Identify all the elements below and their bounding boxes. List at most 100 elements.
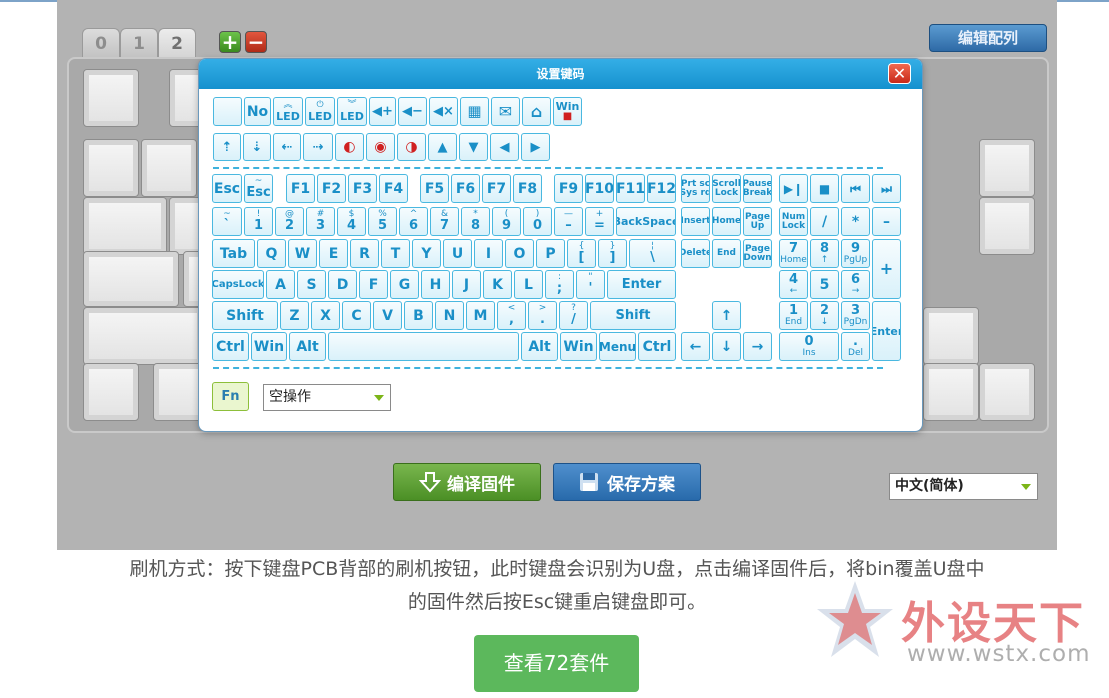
- key-numpad-7[interactable]: 7 Home: [779, 239, 808, 268]
- key-3[interactable]: #3: [306, 207, 335, 236]
- key-period[interactable]: >.: [528, 301, 557, 330]
- key-no[interactable]: No: [244, 97, 271, 126]
- add-layer-button[interactable]: +: [219, 31, 241, 53]
- key-numpad-8[interactable]: 8 ↑: [810, 239, 839, 268]
- key-j[interactable]: J: [452, 270, 481, 299]
- key-backslash[interactable]: ¦ \: [629, 239, 676, 268]
- key-f8[interactable]: F8: [513, 174, 542, 203]
- key-volume-down[interactable]: ◀−: [398, 97, 427, 126]
- key-delete[interactable]: Delete: [681, 239, 710, 268]
- key-c[interactable]: C: [342, 301, 371, 330]
- key-1[interactable]: ! 1: [244, 207, 273, 236]
- key-home[interactable]: Home: [712, 207, 741, 236]
- key-num-lock[interactable]: Num Lock: [779, 207, 808, 236]
- key-o[interactable]: O: [505, 239, 534, 268]
- key-mute[interactable]: ◀×: [429, 97, 458, 126]
- key-numpad-0[interactable]: 0 Ins: [779, 332, 839, 361]
- key-6[interactable]: ^ 6: [399, 207, 428, 236]
- edit-layout-button[interactable]: 编辑配列: [929, 24, 1047, 52]
- key-page-down[interactable]: Page Down: [743, 239, 772, 268]
- key-none[interactable]: [213, 97, 242, 126]
- key-arrow-down[interactable]: ↓: [712, 332, 741, 361]
- key-f3[interactable]: F3: [348, 174, 377, 203]
- layer-tab-1[interactable]: 1: [120, 28, 158, 58]
- key-p[interactable]: P: [536, 239, 565, 268]
- key-caps-lock[interactable]: CapsLock: [212, 270, 264, 299]
- key-z[interactable]: Z: [280, 301, 309, 330]
- key-b[interactable]: B: [404, 301, 433, 330]
- key-numpad-2[interactable]: 2 ↓: [810, 301, 839, 330]
- key-q[interactable]: Q: [257, 239, 286, 268]
- key-f11[interactable]: F11: [616, 174, 645, 203]
- key-f1[interactable]: F1: [286, 174, 315, 203]
- key-slash[interactable]: ? /: [559, 301, 588, 330]
- key-numpad-5[interactable]: 5: [810, 270, 839, 299]
- key-f2[interactable]: F2: [317, 174, 346, 203]
- keyboard-key[interactable]: [83, 139, 139, 197]
- key-numpad-6[interactable]: 6 →: [841, 270, 870, 299]
- key-numpad-4[interactable]: 4 ←: [779, 270, 808, 299]
- key-led-brightness-up[interactable]: ︽ LED: [273, 97, 303, 126]
- key-mouse-down[interactable]: ⇣: [243, 133, 271, 161]
- key-t[interactable]: T: [381, 239, 410, 268]
- fn-action-select[interactable]: 空操作: [263, 384, 391, 411]
- key-mouse-up[interactable]: ⇡: [213, 133, 241, 161]
- key-mouse-right-click[interactable]: ◑: [397, 133, 426, 161]
- key-mouse-middle-click[interactable]: ◉: [366, 133, 395, 161]
- key-f5[interactable]: F5: [420, 174, 449, 203]
- key-g[interactable]: G: [390, 270, 419, 299]
- key-f4[interactable]: F4: [379, 174, 408, 203]
- key-play-pause[interactable]: ▶❙: [779, 174, 808, 203]
- key-scroll-lock[interactable]: Scroll Lock: [712, 174, 741, 203]
- key-y[interactable]: Y: [412, 239, 441, 268]
- key-a[interactable]: A: [266, 270, 295, 299]
- keyboard-key[interactable]: [83, 197, 167, 255]
- key-home-page[interactable]: ⌂: [522, 97, 551, 126]
- key-end[interactable]: End: [712, 239, 741, 268]
- key-mouse-right[interactable]: ⇢: [303, 133, 333, 161]
- key-tilde-esc[interactable]: ~ Esc: [244, 174, 273, 203]
- key-4[interactable]: $4: [337, 207, 366, 236]
- layer-tab-0[interactable]: 0: [82, 28, 120, 58]
- key-right-win[interactable]: Win: [560, 332, 597, 361]
- save-scheme-button[interactable]: 保存方案: [553, 463, 701, 501]
- keyboard-key[interactable]: [83, 251, 179, 307]
- key-backtick[interactable]: ~ `: [212, 207, 242, 236]
- key-left-win[interactable]: Win: [251, 332, 287, 361]
- key-minus[interactable]: — –: [554, 207, 583, 236]
- key-numpad-3[interactable]: 3 PgDn: [841, 301, 870, 330]
- key-enter[interactable]: Enter: [607, 270, 676, 299]
- key-wheel-down[interactable]: ▼: [459, 133, 488, 161]
- key-mouse-left[interactable]: ⇠: [273, 133, 301, 161]
- key-numpad-multiply[interactable]: *: [841, 207, 870, 236]
- key-page-up[interactable]: Page Up: [743, 207, 772, 236]
- key-f10[interactable]: F10: [585, 174, 614, 203]
- key-left-shift[interactable]: Shift: [212, 301, 278, 330]
- language-select[interactable]: 中文(简体): [889, 473, 1038, 500]
- key-e[interactable]: E: [319, 239, 348, 268]
- keyboard-key[interactable]: [141, 139, 197, 197]
- layer-tab-2[interactable]: 2: [158, 28, 196, 58]
- key-wheel-up[interactable]: ▲: [428, 133, 457, 161]
- keyboard-key[interactable]: [979, 139, 1035, 197]
- key-r[interactable]: R: [350, 239, 379, 268]
- key-next-track[interactable]: ⏭: [872, 174, 901, 203]
- key-space[interactable]: [328, 332, 519, 361]
- key-left-bracket[interactable]: {[: [567, 239, 596, 268]
- key-right-bracket[interactable]: }]: [598, 239, 627, 268]
- key-backspace[interactable]: BackSpace: [616, 207, 676, 236]
- key-f7[interactable]: F7: [482, 174, 511, 203]
- key-right-alt[interactable]: Alt: [521, 332, 558, 361]
- keyboard-key[interactable]: [979, 197, 1035, 255]
- key-x[interactable]: X: [311, 301, 340, 330]
- key-w[interactable]: W: [288, 239, 317, 268]
- key-led-brightness-down[interactable]: ︾ LED: [337, 97, 367, 126]
- key-5[interactable]: % 5: [368, 207, 397, 236]
- key-9[interactable]: (9: [492, 207, 521, 236]
- key-f12[interactable]: F12: [647, 174, 676, 203]
- key-mouse-left-click[interactable]: ◐: [335, 133, 364, 161]
- key-right-ctrl[interactable]: Ctrl: [638, 332, 676, 361]
- key-7[interactable]: & 7: [430, 207, 459, 236]
- key-arrow-up[interactable]: ↑: [712, 301, 741, 330]
- key-l[interactable]: L: [514, 270, 543, 299]
